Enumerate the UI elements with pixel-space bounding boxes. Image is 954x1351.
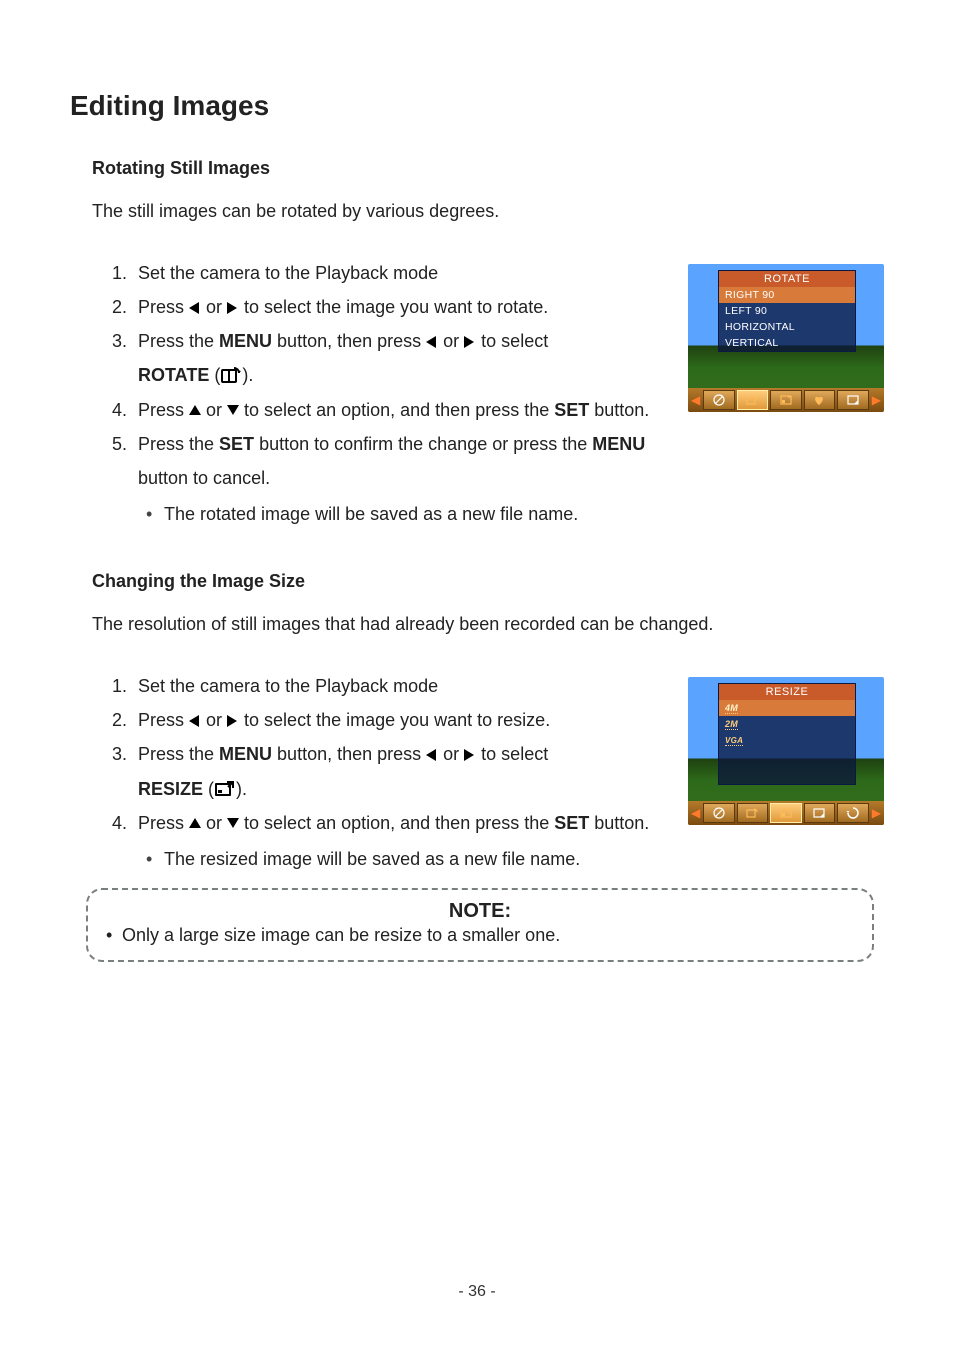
list-item: Set the camera to the Playback mode: [132, 256, 664, 290]
heart-icon: [804, 390, 836, 410]
bullet-item: The rotated image will be saved as a new…: [164, 497, 664, 531]
right-arrow-icon: [464, 336, 476, 348]
section2-intro: The resolution of still images that had …: [92, 610, 884, 639]
list-item: Press or to select the image you want to…: [132, 703, 664, 737]
sticker-icon: [837, 390, 869, 410]
list-item: Press the MENU button, then press or to …: [132, 324, 664, 392]
cam-option-selected: RIGHT 90: [719, 287, 855, 303]
list-item: Press or to select the image you want to…: [132, 290, 664, 324]
section-rotating: Rotating Still Images The still images c…: [70, 158, 884, 531]
section1-heading: Rotating Still Images: [92, 158, 884, 179]
left-arrow-icon: ◀: [690, 393, 701, 407]
slideshow-icon: [703, 803, 735, 823]
left-arrow-icon: [426, 336, 438, 348]
right-arrow-icon: [464, 749, 476, 761]
right-arrow-icon: [227, 715, 239, 727]
cam-option: VGA: [719, 732, 855, 748]
rotate-icon: [737, 803, 769, 823]
cam-option-selected: 4M: [719, 700, 855, 716]
page-title: Editing Images: [70, 90, 884, 122]
reset-icon: [837, 803, 869, 823]
up-arrow-icon: [189, 405, 201, 417]
down-arrow-icon: [227, 405, 239, 417]
note-title: NOTE:: [104, 900, 856, 923]
rotate-icon: [220, 366, 242, 384]
cam-option: HORIZONTAL: [719, 319, 855, 335]
up-arrow-icon: [189, 818, 201, 830]
page-number: - 36 -: [0, 1283, 954, 1301]
section2-heading: Changing the Image Size: [92, 571, 884, 592]
section1-intro: The still images can be rotated by vario…: [92, 197, 884, 226]
sticker-icon: [804, 803, 836, 823]
resize-icon: [770, 390, 802, 410]
cam-option: VERTICAL: [719, 335, 855, 351]
note-box: NOTE: Only a large size image can be res…: [86, 888, 874, 962]
left-arrow-icon: ◀: [690, 806, 701, 820]
list-item: Press or to select an option, and then p…: [132, 806, 664, 876]
cam-option: LEFT 90: [719, 303, 855, 319]
rotate-icon: [737, 390, 769, 410]
resize-menu-screenshot: RESIZE 4M 2M VGA ◀ ▶: [688, 677, 884, 825]
section-resizing: Changing the Image Size The resolution o…: [70, 571, 884, 962]
note-body: Only a large size image can be resize to…: [104, 925, 856, 946]
left-arrow-icon: [189, 302, 201, 314]
slideshow-icon: [703, 390, 735, 410]
left-arrow-icon: [426, 749, 438, 761]
right-arrow-icon: ▶: [871, 393, 882, 407]
bullet-item: The resized image will be saved as a new…: [164, 842, 664, 876]
cam-option: 2M: [719, 716, 855, 732]
cam-icon-bar: ◀ ▶: [688, 801, 884, 825]
section1-steps: Set the camera to the Playback mode Pres…: [92, 256, 664, 532]
resize-icon: [214, 780, 236, 798]
cam-menu-title: RESIZE: [719, 684, 855, 700]
down-arrow-icon: [227, 818, 239, 830]
cam-menu-title: ROTATE: [719, 271, 855, 287]
resize-icon: [770, 803, 802, 823]
right-arrow-icon: ▶: [871, 806, 882, 820]
cam-option-blank: [719, 766, 855, 784]
left-arrow-icon: [189, 715, 201, 727]
cam-option-blank: [719, 748, 855, 766]
list-item: Set the camera to the Playback mode: [132, 669, 664, 703]
document-page: Editing Images Rotating Still Images The…: [0, 0, 954, 1351]
rotate-menu-screenshot: ROTATE RIGHT 90 LEFT 90 HORIZONTAL VERTI…: [688, 264, 884, 412]
section2-steps: Set the camera to the Playback mode Pres…: [92, 669, 664, 876]
list-item: Press the MENU button, then press or to …: [132, 737, 664, 805]
list-item: Press the SET button to confirm the chan…: [132, 427, 664, 532]
right-arrow-icon: [227, 302, 239, 314]
note-line: Only a large size image can be resize to…: [122, 925, 856, 946]
list-item: Press or to select an option, and then p…: [132, 393, 664, 427]
cam-icon-bar: ◀ ▶: [688, 388, 884, 412]
